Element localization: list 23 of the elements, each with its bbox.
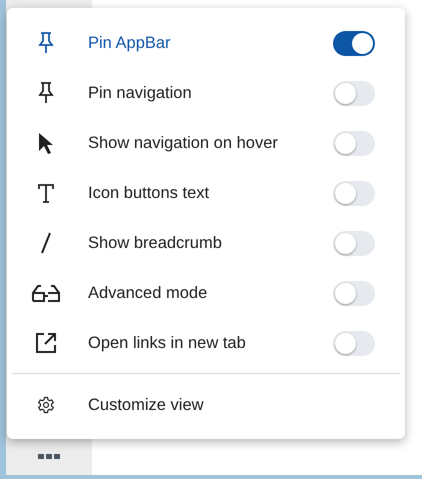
menu-item-label[interactable]: Pin AppBar — [88, 34, 333, 52]
pointer-icon — [37, 132, 55, 154]
menu-item-label[interactable]: Advanced mode — [88, 284, 333, 302]
toggle-switch[interactable] — [333, 330, 375, 356]
menu-item-label[interactable]: Pin navigation — [88, 84, 333, 102]
slash-icon — [41, 232, 51, 254]
pin-icon — [38, 82, 54, 104]
toggle-switch[interactable] — [333, 30, 375, 56]
toggle-switch[interactable] — [333, 180, 375, 206]
text-icon — [38, 184, 54, 202]
menu-item-label[interactable]: Customize view — [88, 396, 375, 414]
menu-item-label[interactable]: Show breadcrumb — [88, 234, 333, 252]
menu-item-label[interactable]: Show navigation on hover — [88, 134, 333, 152]
external-link-icon — [35, 332, 57, 354]
toggle-switch[interactable] — [333, 230, 375, 256]
toggle-switch[interactable] — [333, 130, 375, 156]
pin-icon — [38, 32, 54, 54]
menu-item-label[interactable]: Icon buttons text — [88, 184, 333, 202]
settings-icon — [37, 396, 55, 414]
menu-item-label[interactable]: Open links in new tab — [88, 334, 333, 352]
glasses-icon — [32, 284, 60, 302]
toggle-switch[interactable] — [333, 80, 375, 106]
toggle-switch[interactable] — [333, 280, 375, 306]
